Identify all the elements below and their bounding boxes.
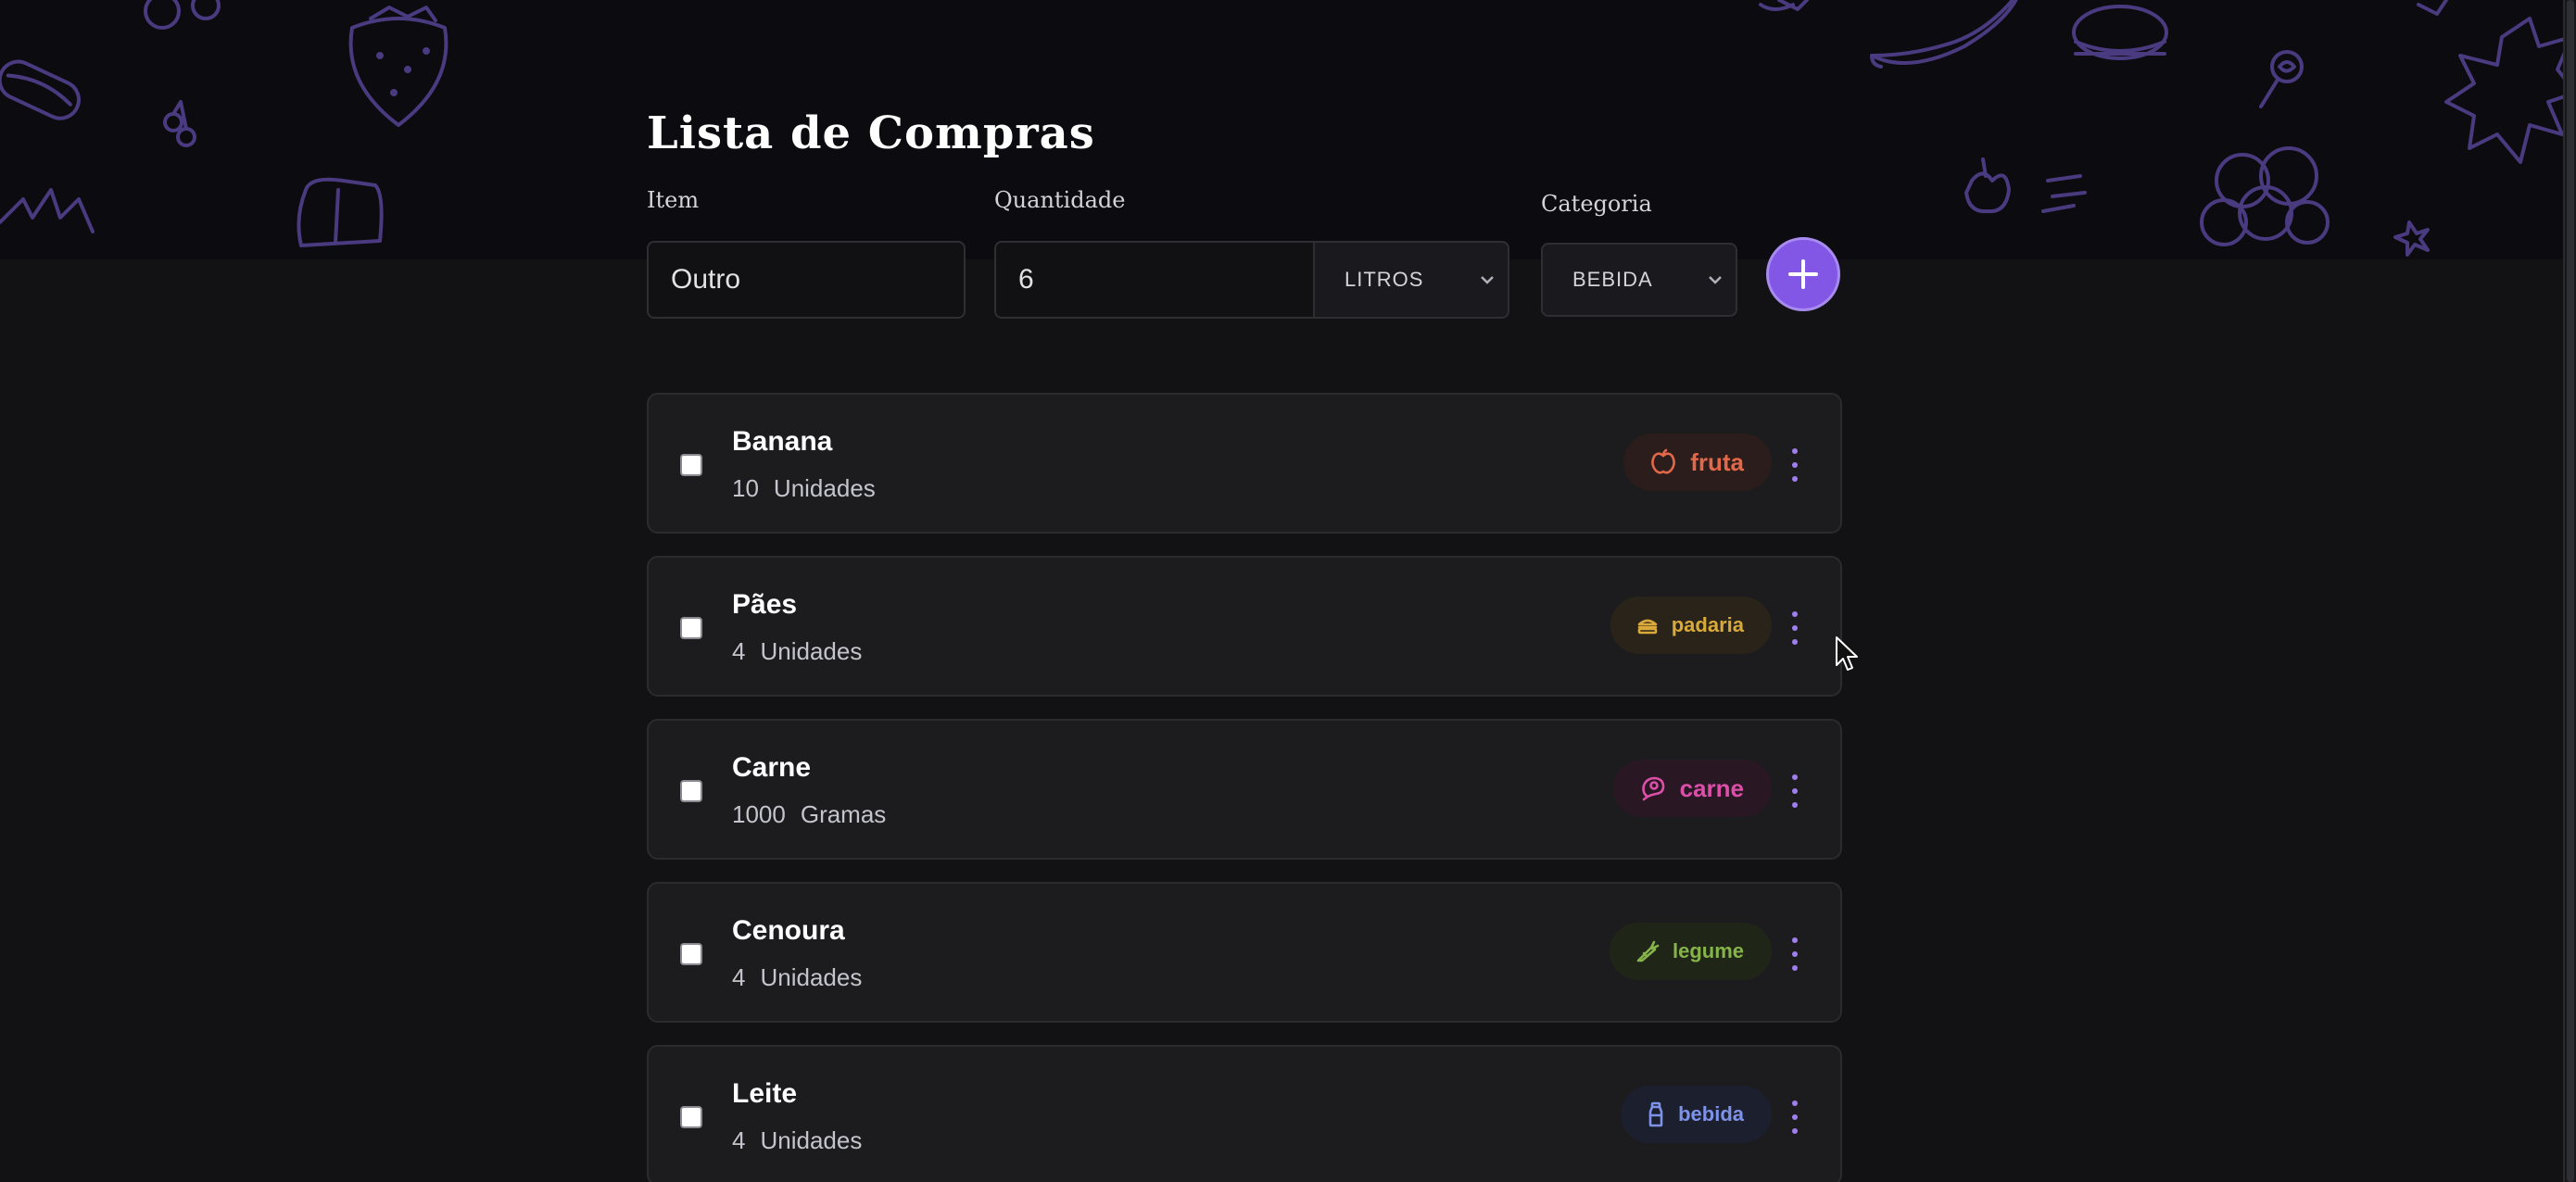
item-checkbox[interactable]: [680, 617, 702, 639]
item-quantity: 4 Unidades: [732, 963, 862, 992]
chevron-down-icon: [1481, 276, 1494, 284]
chevron-down-icon: [1709, 276, 1722, 284]
hotdog-doodle: [0, 59, 81, 120]
item-menu-button[interactable]: [1790, 1099, 1799, 1136]
item-name: Carne: [732, 752, 812, 783]
item-quantity: 4 Unidades: [732, 637, 862, 666]
item-amount: 4: [732, 1126, 746, 1154]
quantity-input[interactable]: 6: [994, 241, 1315, 319]
plus-icon: [1788, 259, 1818, 289]
quantity-label: Quantidade: [994, 187, 1126, 213]
item-unit: Gramas: [800, 800, 887, 828]
item-menu-button[interactable]: [1790, 446, 1799, 484]
item-menu-button[interactable]: [1790, 936, 1799, 973]
category-badge: padaria: [1610, 597, 1772, 654]
category-badge-label: fruta: [1690, 447, 1744, 476]
item-checkbox[interactable]: [680, 943, 702, 965]
item-label: Item: [647, 187, 700, 213]
sandwich-icon: [1637, 619, 1658, 635]
item-amount: 4: [732, 637, 746, 665]
category-label: Categoria: [1541, 191, 1652, 217]
item-amount: 10: [732, 474, 759, 502]
item-checkbox[interactable]: [680, 1106, 702, 1128]
item-quantity: 4 Unidades: [732, 1126, 862, 1155]
category-badge: fruta: [1623, 434, 1772, 491]
category-select-value: BEBIDA: [1572, 268, 1653, 291]
add-item-button[interactable]: [1766, 237, 1840, 311]
item-unit: Unidades: [760, 1126, 863, 1154]
list-item: Cenoura 4 Unidades legume: [647, 882, 1842, 1023]
item-amount: 4: [732, 963, 746, 991]
item-quantity: 1000 Gramas: [732, 800, 886, 829]
item-name: Leite: [732, 1078, 798, 1109]
category-badge: legume: [1609, 923, 1772, 980]
category-badge-label: padaria: [1671, 613, 1744, 636]
mouse-cursor-icon: [1836, 636, 1858, 671]
item-checkbox[interactable]: [680, 780, 702, 802]
list-item: Leite 4 Unidades bebida: [647, 1045, 1842, 1182]
milk-icon: [1648, 1101, 1663, 1127]
category-badge: carne: [1612, 760, 1772, 817]
item-menu-button[interactable]: [1790, 610, 1799, 647]
item-input[interactable]: Outro: [647, 241, 966, 319]
vertical-scrollbar[interactable]: [2563, 0, 2576, 1182]
list-item: Carne 1000 Gramas carne: [647, 719, 1842, 860]
page-title: Lista de Compras: [647, 107, 1095, 160]
item-checkbox[interactable]: [680, 454, 702, 476]
apple-icon: [1651, 448, 1676, 474]
quantity-input-value: 6: [1018, 264, 1034, 295]
item-amount: 1000: [732, 800, 786, 828]
food-doodle-pattern: [0, 0, 2576, 257]
unit-select-value: LITROS: [1345, 268, 1424, 291]
item-name: Cenoura: [732, 915, 845, 946]
app-page: Lista de Compras Item Outro Quantidade 6…: [0, 0, 2576, 1182]
item-unit: Unidades: [760, 637, 863, 665]
item-name: Pães: [732, 589, 798, 620]
item-unit: Unidades: [773, 474, 876, 502]
category-badge-label: bebida: [1678, 1102, 1744, 1125]
item-unit: Unidades: [760, 963, 863, 991]
header-background: [0, 0, 2576, 259]
category-badge-label: carne: [1679, 773, 1744, 802]
category-badge-label: legume: [1672, 939, 1744, 962]
carrot-icon: [1636, 940, 1660, 962]
category-select[interactable]: BEBIDA: [1541, 243, 1737, 317]
scrollbar-thumb[interactable]: [2567, 0, 2574, 1182]
category-badge: bebida: [1621, 1086, 1772, 1143]
item-name: Banana: [732, 426, 833, 457]
item-input-value: Outro: [671, 264, 741, 295]
list-item: Banana 10 Unidades fruta: [647, 393, 1842, 534]
list-item: Pães 4 Unidades padaria: [647, 556, 1842, 697]
item-menu-button[interactable]: [1790, 773, 1799, 810]
item-quantity: 10 Unidades: [732, 474, 876, 503]
unit-select[interactable]: LITROS: [1313, 241, 1509, 319]
beef-icon: [1641, 776, 1664, 801]
